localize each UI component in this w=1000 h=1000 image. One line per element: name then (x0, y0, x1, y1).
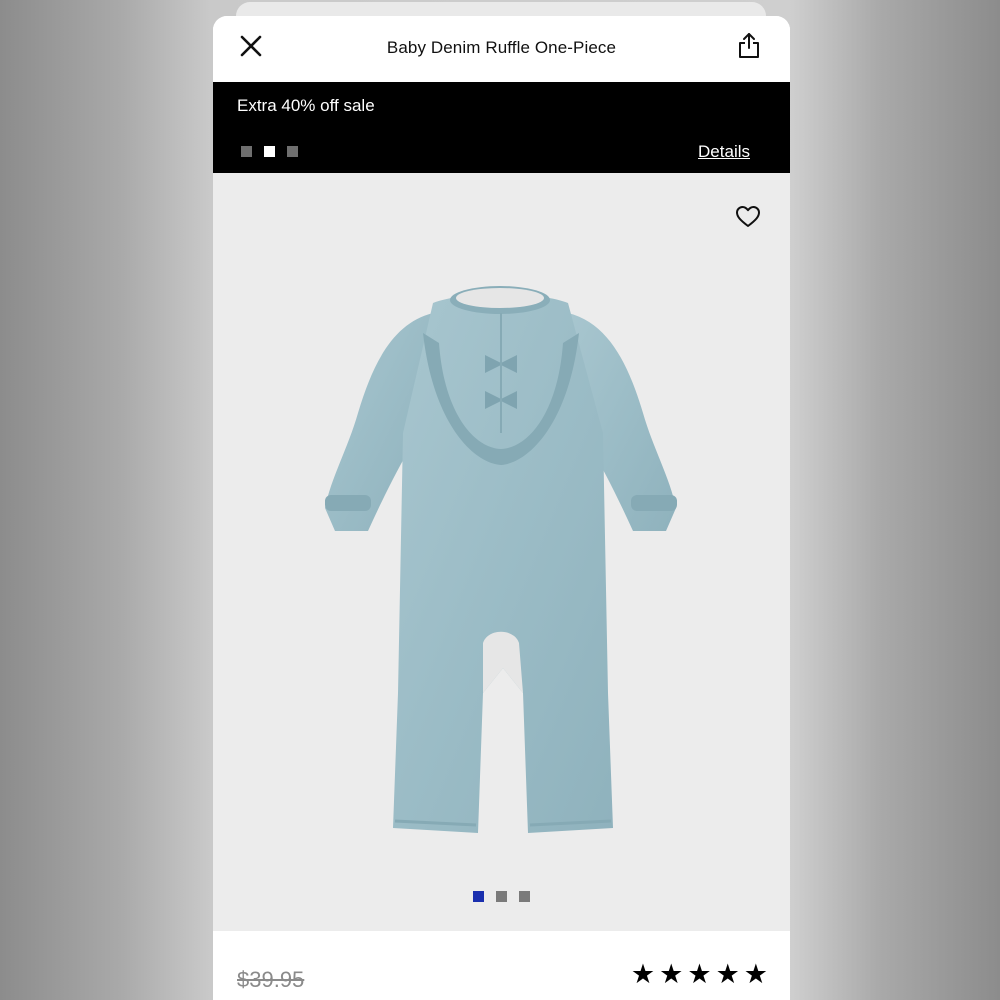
promo-details-link[interactable]: Details (698, 142, 750, 162)
star-icon: ★ (687, 959, 712, 989)
promo-text: Extra 40% off sale (237, 96, 375, 115)
promo-banner: Extra 40% off sale Details (213, 82, 790, 173)
favorite-button[interactable] (734, 203, 762, 231)
star-icon: ★ (743, 959, 768, 989)
star-icon: ★ (630, 959, 656, 989)
star-icon: ★ (715, 959, 740, 989)
star-rating[interactable]: ★ ★ ★ ★ ★ (631, 961, 768, 988)
promo-pager (241, 146, 298, 157)
product-sheet: Baby Denim Ruffle One-Piece Extra 40% of… (213, 16, 790, 1000)
original-price: $39.95 (237, 967, 305, 992)
image-pager (473, 891, 530, 902)
product-image (325, 286, 677, 833)
image-pager-dot-active[interactable] (473, 891, 484, 902)
product-image-carousel[interactable] (213, 173, 790, 931)
star-icon: ★ (659, 959, 684, 989)
promo-pager-dot-active[interactable] (264, 146, 275, 157)
sheet-header: Baby Denim Ruffle One-Piece (213, 16, 790, 82)
share-button[interactable] (736, 30, 762, 60)
share-icon (739, 33, 759, 58)
promo-pager-dot[interactable] (287, 146, 298, 157)
price-rating-row: $39.95 ★ ★ ★ ★ ★ (213, 931, 790, 1000)
image-pager-dot[interactable] (519, 891, 530, 902)
promo-pager-dot[interactable] (241, 146, 252, 157)
page-title: Baby Denim Ruffle One-Piece (386, 38, 617, 57)
image-pager-dot[interactable] (496, 891, 507, 902)
heart-icon (736, 206, 760, 227)
